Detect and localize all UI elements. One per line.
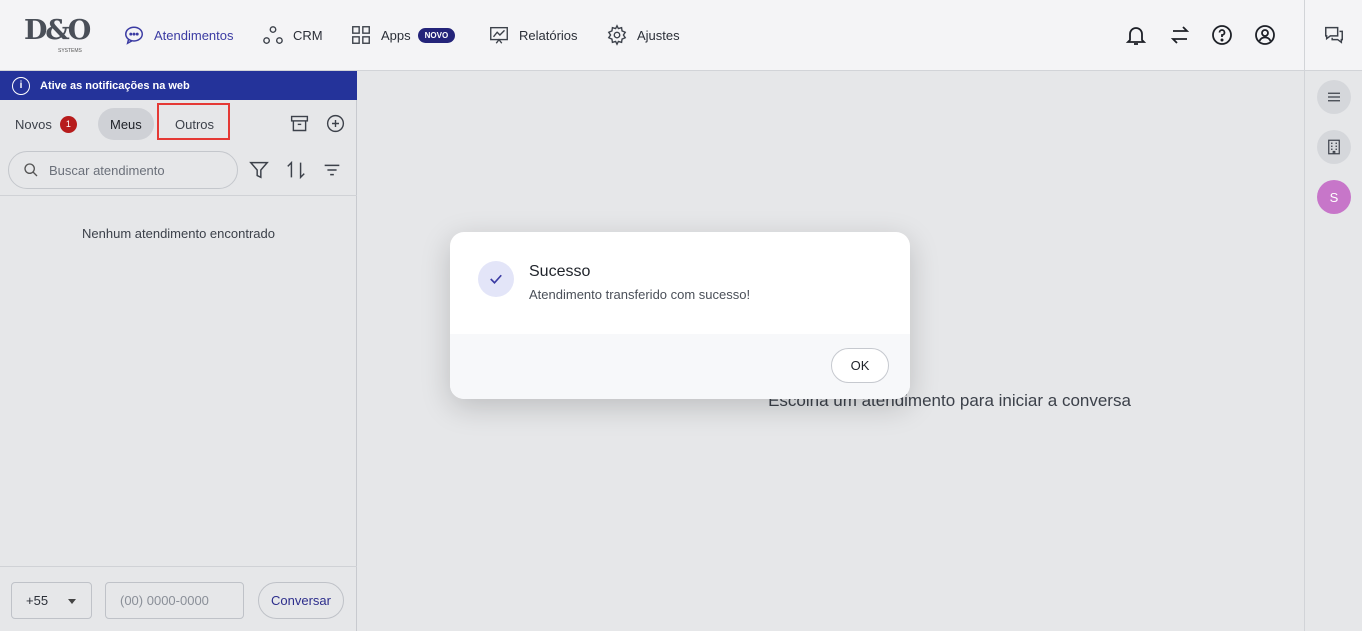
info-icon: i xyxy=(12,76,30,95)
nav-ajustes[interactable]: Ajustes xyxy=(606,24,680,46)
sort-arrows-icon[interactable] xyxy=(285,159,307,181)
building-icon xyxy=(1328,139,1340,155)
bell-icon[interactable] xyxy=(1124,23,1148,47)
logo-text: D&O xyxy=(24,15,91,46)
conversations-panel: i Ative as notificações na web Novos 1 M… xyxy=(0,71,357,631)
list-filter-icon[interactable] xyxy=(321,159,343,181)
logo-subtext: SYSTEMS xyxy=(58,48,82,54)
country-code-select[interactable]: +55 xyxy=(11,582,92,619)
check-icon xyxy=(490,274,502,284)
phone-input[interactable] xyxy=(105,582,244,619)
notification-text: Ative as notificações na web xyxy=(40,79,190,92)
tab-meus-label: Meus xyxy=(110,116,142,132)
chat-bubble-icon xyxy=(125,26,143,45)
check-circle xyxy=(478,261,514,297)
nav-apps-label: Apps xyxy=(381,27,411,43)
apps-grid-icon xyxy=(352,26,370,44)
search-input[interactable] xyxy=(49,162,219,178)
report-chart-icon xyxy=(490,26,508,44)
new-conversation-bar: +55 Conversar xyxy=(0,566,357,631)
nav-apps[interactable]: Apps NOVO xyxy=(350,24,456,46)
right-rail: S xyxy=(1304,0,1362,631)
crm-nodes-icon xyxy=(263,26,283,44)
success-dialog: Sucesso Atendimento transferido com suce… xyxy=(450,232,910,399)
logo[interactable]: D&O SYSTEMS xyxy=(24,15,91,55)
tab-meus[interactable]: Meus xyxy=(98,108,154,140)
divider xyxy=(0,195,357,196)
country-code-value: +55 xyxy=(26,593,49,608)
avatar[interactable]: S xyxy=(1317,180,1351,214)
user-account-icon[interactable] xyxy=(1253,23,1277,47)
dialog-title: Sucesso xyxy=(529,263,591,280)
search-box xyxy=(8,151,238,189)
nav-relatorios[interactable]: Relatórios xyxy=(488,24,578,46)
nav-atendimentos-label: Atendimentos xyxy=(154,27,234,43)
filter-icon[interactable] xyxy=(248,159,270,181)
rail-header xyxy=(1305,0,1362,71)
building-button[interactable] xyxy=(1317,130,1351,164)
tab-novos-label: Novos xyxy=(15,116,52,132)
caret-down-icon xyxy=(68,599,76,604)
hamburger-icon xyxy=(1328,92,1340,102)
novos-count-badge: 1 xyxy=(59,115,77,133)
help-icon[interactable] xyxy=(1210,23,1234,47)
transfer-arrows-icon[interactable] xyxy=(1168,23,1192,47)
tab-outros[interactable]: Outros xyxy=(175,108,214,140)
chats-icon[interactable] xyxy=(1323,24,1345,46)
nav-atendimentos[interactable]: Atendimentos xyxy=(123,24,234,46)
tab-outros-label: Outros xyxy=(175,116,215,132)
search-icon xyxy=(24,163,38,177)
empty-state: Nenhum atendimento encontrado xyxy=(82,226,275,241)
ok-button[interactable]: OK xyxy=(831,348,889,383)
nav-ajustes-label: Ajustes xyxy=(637,27,680,43)
top-nav: D&O SYSTEMS Atendimentos CRM Apps NOVO R… xyxy=(0,0,1304,71)
dialog-message: Atendimento transferido com sucesso! xyxy=(529,287,751,302)
nav-crm-label: CRM xyxy=(293,27,323,43)
conversation-tabs: Novos 1 Meus Outros xyxy=(0,100,357,150)
add-circle-icon[interactable] xyxy=(325,113,346,134)
nav-relatorios-label: Relatórios xyxy=(519,27,578,43)
nav-crm[interactable]: CRM xyxy=(262,24,323,46)
new-badge: NOVO xyxy=(417,27,456,43)
menu-button[interactable] xyxy=(1317,80,1351,114)
archive-icon[interactable] xyxy=(289,113,310,134)
gear-icon xyxy=(607,24,627,46)
start-conversation-button[interactable]: Conversar xyxy=(258,582,344,619)
notification-banner[interactable]: i Ative as notificações na web xyxy=(0,71,357,100)
tab-novos[interactable]: Novos 1 xyxy=(15,108,77,140)
